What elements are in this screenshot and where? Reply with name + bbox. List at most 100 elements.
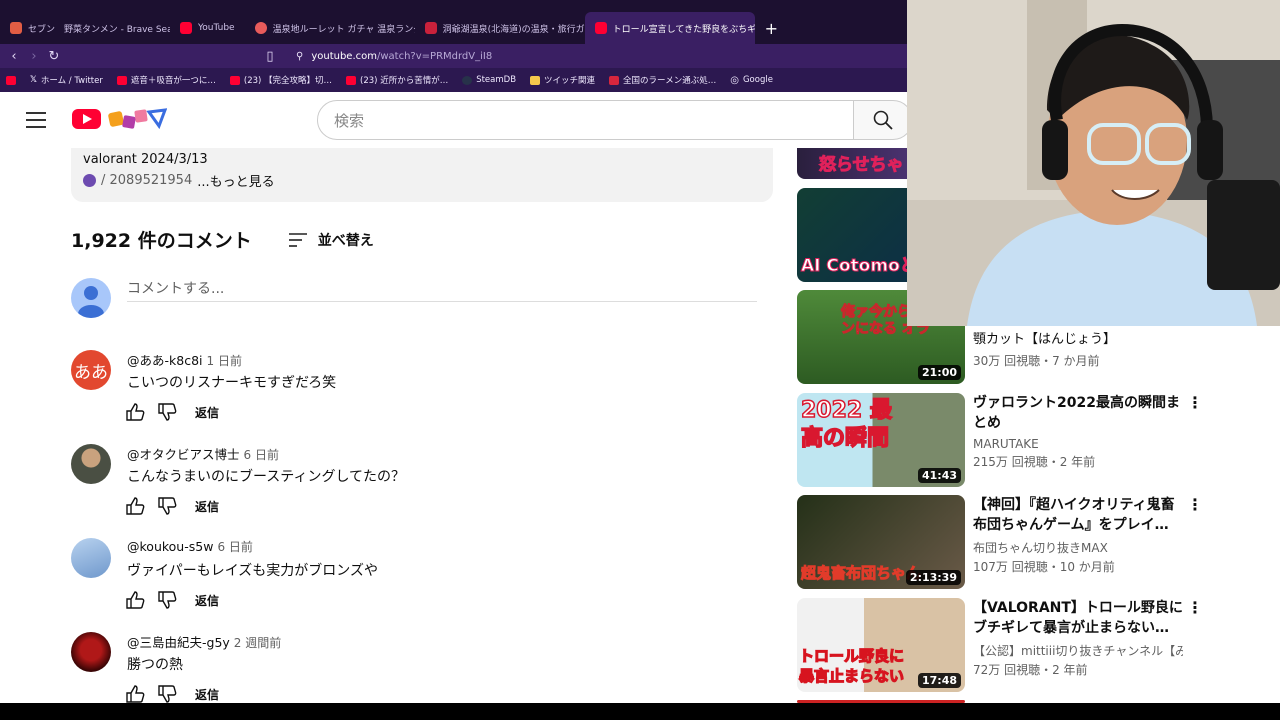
related-channel[interactable]: 布団ちゃん切り抜きMAX (973, 539, 1183, 556)
more-actions-icon[interactable]: ⋮ (1187, 495, 1203, 514)
comment-time[interactable]: 6 日前 (217, 540, 252, 554)
new-tab-button[interactable]: + (765, 19, 778, 38)
youtube-icon (116, 75, 127, 85)
address-bar: ‹ › ↻ ▯ ⚲ youtube.com/watch?v=PRMdrdV_iI… (0, 44, 907, 68)
comments-header: 1,922 件のコメント 並べ替え (71, 226, 374, 253)
youtube-header: 検索 (0, 92, 913, 148)
thumbnail-caption: 2022 最高の瞬間 (800, 397, 892, 452)
channel-icon (83, 174, 96, 187)
dislike-icon[interactable] (157, 402, 177, 422)
comment-author[interactable]: @ああ-k8c8i (127, 353, 203, 368)
more-actions-icon[interactable]: ⋮ (1187, 598, 1203, 617)
related-views: 72万 回視聴・2 年前 (973, 663, 1088, 677)
forward-icon[interactable]: › (24, 49, 44, 64)
menu-icon[interactable] (26, 112, 46, 128)
reload-icon[interactable]: ↻ (44, 49, 64, 64)
screen: セブン 野菜タンメン - Brave Search YouTube 温泉地ルーレ… (0, 0, 1280, 720)
comment-author[interactable]: @オタクビアス博士 (127, 447, 240, 462)
bookmark-item[interactable]: 遮音＋吸音が一つに… (116, 74, 216, 86)
comment-text: ヴァイパーもレイズも実力がブロンズや (127, 563, 379, 579)
commenter-avatar[interactable] (71, 632, 111, 672)
bookmark-steamdb[interactable]: SteamDB (462, 75, 516, 85)
tab-label: セブン 野菜タンメン - Brave Search (28, 24, 170, 35)
reply-button[interactable]: 返信 (195, 592, 219, 609)
search-input[interactable]: 検索 (317, 100, 854, 140)
like-icon[interactable] (125, 496, 145, 516)
bookmark-folder[interactable]: ツイッチ関連 (530, 74, 595, 86)
reply-button[interactable]: 返信 (195, 686, 219, 703)
related-views: 215万 回視聴・2 年前 (973, 455, 1096, 469)
dislike-icon[interactable] (157, 496, 177, 516)
comment-time[interactable]: 2 週間前 (234, 636, 281, 650)
more-actions-icon[interactable]: ⋮ (1187, 393, 1203, 412)
tab-youtube[interactable]: YouTube (170, 12, 245, 44)
reply-button[interactable]: 返信 (195, 404, 219, 421)
tab-label: YouTube (198, 23, 235, 33)
video-description[interactable]: valorant 2024/3/13 / 2089521954 ...もっと見る (71, 148, 773, 202)
related-thumbnail[interactable]: 超鬼畜布団ちゃん 2:13:39 (797, 495, 965, 589)
comment-input[interactable]: コメントする... (127, 278, 757, 302)
thumbnail-caption: 超鬼畜布団ちゃん (800, 564, 922, 583)
bookmark-youtube[interactable] (6, 75, 16, 85)
browser-tab-bar: セブン 野菜タンメン - Brave Search YouTube 温泉地ルーレ… (0, 0, 907, 44)
webcam-overlay (907, 0, 1280, 326)
search-button[interactable] (853, 100, 913, 140)
comment-author[interactable]: @三島由紀夫-g5y (127, 635, 230, 650)
brave-icon (10, 22, 22, 34)
tab-label: 温泉地ルーレット ガチャ 温泉ランダム表示 (272, 24, 415, 35)
bookmark-item[interactable]: (23) 【完全攻略】切… (229, 74, 332, 86)
related-title: 【VALORANT】トロール野良にブチギレて暴言が止まらない… (973, 600, 1183, 636)
tab-brave-search[interactable]: セブン 野菜タンメン - Brave Search (0, 12, 170, 44)
comment-author[interactable]: @koukou-s5w (127, 539, 213, 554)
add-comment: コメントする... (71, 278, 757, 318)
bookmark-item[interactable]: (23) 近所から苦情が… (346, 74, 448, 86)
related-channel[interactable]: MARUTAKE (973, 437, 1183, 451)
description-text: valorant 2024/3/13 (83, 152, 208, 167)
onsen-guide-icon (424, 22, 437, 34)
url-field[interactable]: ⚲ youtube.com/watch?v=PRMdrdV_iI8 (296, 51, 492, 62)
youtube-icon (180, 22, 192, 34)
bookmark-twitter[interactable]: 𝕏 ホーム / Twitter (30, 74, 103, 86)
commenter-avatar[interactable] (71, 444, 111, 484)
related-channel[interactable]: 【公認】mittiii切り抜きチャンネル【み… (973, 642, 1183, 659)
back-icon[interactable]: ‹ (4, 49, 24, 64)
reply-button[interactable]: 返信 (195, 498, 219, 515)
youtube-logo[interactable] (72, 106, 167, 132)
commenter-avatar[interactable] (71, 538, 111, 578)
tab-toyako-onsen[interactable]: 洞爺湖温泉(北海道)の温泉・旅行ガイド (415, 12, 585, 44)
related-views: 30万 回視聴・7 か月前 (973, 354, 1100, 368)
bookmark-item[interactable]: 全国のラーメン通ぶ処… (609, 74, 716, 86)
show-more-link[interactable]: ...もっと見る (197, 171, 274, 190)
related-title: 顎カット【はんじょう】 (973, 332, 1117, 347)
like-icon[interactable] (125, 684, 145, 704)
related-thumbnail[interactable]: 2022 最高の瞬間 41:43 (797, 393, 965, 487)
related-thumbnail[interactable]: トロール野良に 暴言止まらない 17:48 (797, 598, 965, 692)
tab-onsen-roulette[interactable]: 温泉地ルーレット ガチャ 温泉ランダム表示 (245, 12, 415, 44)
bookmark-google[interactable]: ◎ Google (730, 75, 773, 86)
tab-label: トロール宣言してきた野良をぶちギレ (612, 24, 755, 35)
tab-label: 洞爺湖温泉(北海道)の温泉・旅行ガイド (442, 24, 585, 35)
ramen-icon (609, 75, 620, 85)
related-info[interactable]: ヴァロラント2022最高の瞬間まとめ MARUTAKE 215万 回視聴・2 年… (973, 393, 1183, 470)
bookmark-icon[interactable]: ▯ (260, 49, 280, 64)
sort-label: 並べ替え (317, 232, 374, 249)
comment-time[interactable]: 1 日前 (207, 354, 242, 368)
dislike-icon[interactable] (157, 684, 177, 704)
thumbnail-caption: トロール野良に 暴言止まらない (798, 646, 905, 685)
comment-time[interactable]: 6 日前 (244, 448, 279, 462)
commenter-avatar[interactable]: ああ (71, 350, 111, 390)
bookmarks-bar: 𝕏 ホーム / Twitter 遮音＋吸音が一つに… (23) 【完全攻略】切… … (0, 68, 907, 92)
like-icon[interactable] (125, 590, 145, 610)
related-views: 107万 回視聴・10 か月前 (973, 560, 1115, 574)
thumbnail-caption: 怒らせちゃ (819, 155, 905, 176)
tab-current-video[interactable]: トロール宣言してきた野良をぶちギレ × (584, 12, 755, 44)
sort-icon (288, 232, 307, 247)
related-info[interactable]: 顎カット【はんじょう】 30万 回視聴・7 か月前 (973, 330, 1183, 369)
youtube-icon (594, 22, 607, 34)
related-info[interactable]: 【神回】『超ハイクオリティ鬼畜布団ちゃんゲーム』をプレイ… 布団ちゃん切り抜きM… (973, 495, 1183, 575)
site-settings-icon[interactable]: ⚲ (296, 51, 303, 62)
related-info[interactable]: 【VALORANT】トロール野良にブチギレて暴言が止まらない… 【公認】mitt… (973, 598, 1183, 678)
sort-button[interactable]: 並べ替え (288, 230, 374, 250)
dislike-icon[interactable] (157, 590, 177, 610)
like-icon[interactable] (125, 402, 145, 422)
